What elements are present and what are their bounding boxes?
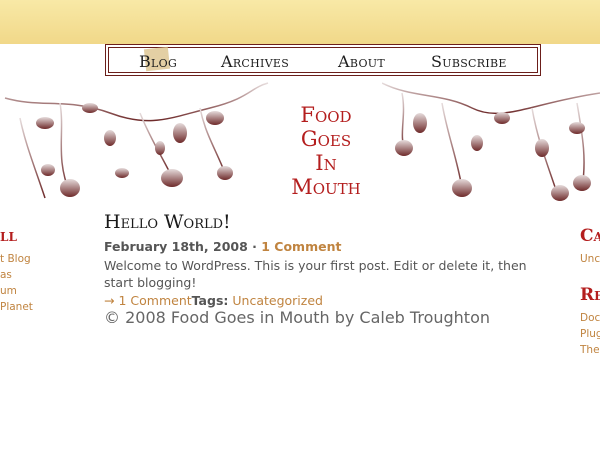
right-sidebar-categories: Ca Unc xyxy=(580,226,600,267)
list-item[interactable]: Plug xyxy=(580,326,600,342)
left-sidebar-heading: ll xyxy=(0,226,17,246)
left-sidebar-list: t Blog as um Planet xyxy=(0,251,60,315)
post-footer: → 1 CommentTags: Uncategorized xyxy=(104,293,323,308)
list-item[interactable]: t Blog xyxy=(0,251,60,267)
meta-separator: · xyxy=(252,239,257,254)
site-title-line: Mouth xyxy=(291,175,361,199)
post-meta: February 18th, 2008 · 1 Comment xyxy=(104,239,341,254)
list-item[interactable]: Planet xyxy=(0,299,60,315)
list-item[interactable]: The xyxy=(580,342,600,358)
site-title-line: Food xyxy=(300,103,352,127)
right-sidebar-links: Re Doc Plug The xyxy=(580,285,600,358)
list-item[interactable]: um xyxy=(0,283,60,299)
categories-list: Unc xyxy=(580,251,600,267)
list-item[interactable]: as xyxy=(0,267,60,283)
main-navigation: Blog Archives About Subscribe xyxy=(105,44,541,76)
post-date: February 18th, 2008 xyxy=(104,239,248,254)
links-heading: Re xyxy=(580,285,600,305)
nav-blog[interactable]: Blog xyxy=(139,52,177,71)
tags-label: Tags: xyxy=(191,293,229,308)
copyright-text: © 2008 Food Goes in Mouth by Caleb Troug… xyxy=(104,308,490,327)
categories-heading: Ca xyxy=(580,226,600,246)
nav-about[interactable]: About xyxy=(338,52,385,71)
berry-branch-illustration-left xyxy=(4,82,269,199)
list-item[interactable]: Unc xyxy=(580,251,600,267)
tag-link[interactable]: Uncategorized xyxy=(232,293,323,308)
nav-archives[interactable]: Archives xyxy=(221,52,289,71)
post-content: Welcome to WordPress. This is your first… xyxy=(104,258,527,290)
berry-branch-illustration-right xyxy=(382,82,600,201)
left-sidebar: ll t Blog as um Planet xyxy=(0,226,60,315)
site-title-line: Goes xyxy=(300,127,352,151)
site-title-line: In xyxy=(315,151,337,175)
top-band xyxy=(0,0,600,44)
nav-subscribe[interactable]: Subscribe xyxy=(431,52,507,71)
list-item[interactable]: Doc xyxy=(580,310,600,326)
footer-comment-link[interactable]: 1 Comment xyxy=(118,293,191,308)
links-list: Doc Plug The xyxy=(580,310,600,358)
post-title[interactable]: Hello World! xyxy=(104,211,231,233)
site-title[interactable]: Food Goes In Mouth xyxy=(270,103,382,199)
arrow-right-icon: → xyxy=(104,293,115,308)
comments-link[interactable]: 1 Comment xyxy=(261,239,341,254)
